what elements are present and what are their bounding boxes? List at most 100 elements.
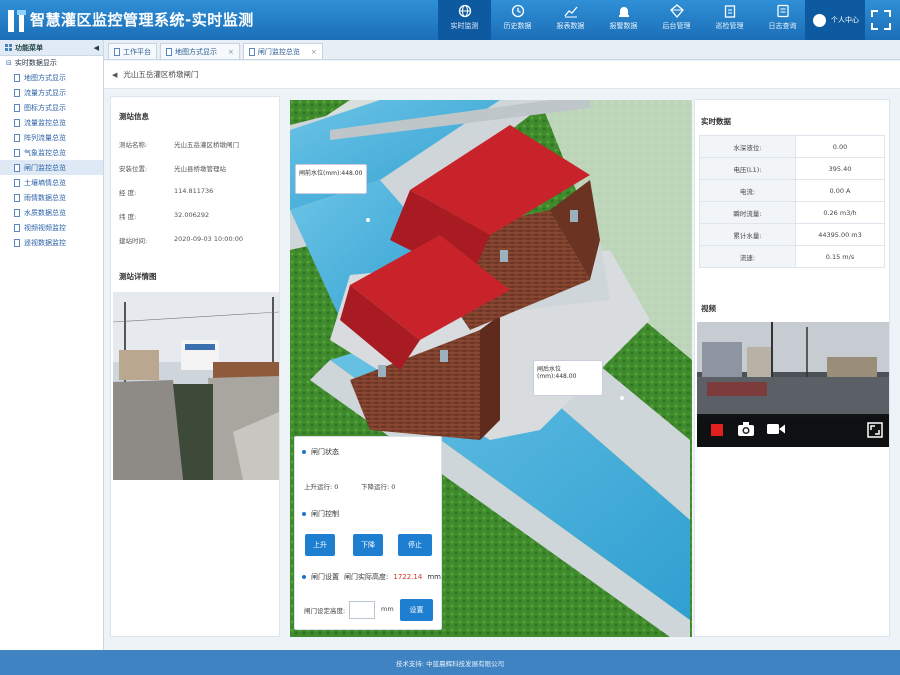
nav-label: 巡检管理 [715,22,744,30]
back-icon[interactable]: ◀ [112,71,117,79]
document-icon [14,208,20,217]
realtime-value: 44395.00 m3 [795,223,885,246]
user-center-button[interactable]: 个人中心 [805,0,865,40]
realtime-value: 0.00 A [795,179,885,202]
close-icon[interactable]: × [311,48,317,56]
realtime-value: 0.26 m3/h [795,201,885,224]
nav-realtime[interactable]: 实时监测 [438,0,491,40]
set-height-button[interactable]: 设置 [400,599,433,621]
video-camera-icon[interactable] [767,423,785,435]
station-field: 测站名称: 光山五岳灌区桥墩闸门 [119,139,239,149]
nav-label: 报表数据 [556,22,585,30]
clipboard-icon [724,5,735,18]
nav-label: 实时监测 [450,22,479,30]
sidebar-item[interactable]: 土壤墒情总览 [0,175,103,190]
video-controls [697,414,889,447]
sidebar-item[interactable]: 遥视数据监控 [0,235,103,250]
document-icon [14,148,20,157]
sidebar-item[interactable]: 阵列流量总览 [0,130,103,145]
nav-report[interactable]: 报表数据 [544,0,597,40]
realtime-panel: 实时数据 水深液位: 0.00 电压(L1): 395.40 电流: 0.00 A 瞬时流量… [694,99,890,637]
gate-status-title: 闸门状态 [311,448,339,456]
set-height-unit: mm [381,605,394,613]
gate-down-button[interactable]: 下降 [353,534,383,556]
upstream-level-text: 闸前水位(mm):448.00 [299,170,363,177]
document-icon [14,163,20,172]
sidebar-item[interactable]: 图标方式显示 [0,100,103,115]
sidebar-item[interactable]: 视频视频监控 [0,220,103,235]
sidebar-item-label: 遥视数据监控 [24,238,66,247]
fullscreen-icon[interactable] [868,7,894,33]
tab-map-view[interactable]: 地图方式显示 × [160,43,240,59]
station-info-panel: 测站信息 测站名称: 光山五岳灌区桥墩闸门 安装位置: 光山县桥墩管理站 经 度: 1… [110,96,280,637]
downstream-level-label: 闸后水位(mm):448.00 [533,360,603,396]
close-icon[interactable]: × [228,48,234,56]
top-header: 智慧灌区监控管理系统-实时监测 实时监测 历史数据 报表数据 报警数据 后台管理 [0,0,900,40]
field-key: 安装位置: [119,165,148,173]
field-value: 32.006292 [174,211,210,219]
nav-label: 日志查询 [768,22,797,30]
bullet-icon [302,450,306,454]
document-icon [14,118,20,127]
sidebar-item[interactable]: 气象监控总览 [0,145,103,160]
sidebar-item[interactable]: 流量方式显示 [0,85,103,100]
diamond-icon [669,4,684,18]
sidebar: 功能菜单 ◀ ⊟ 实时数据显示 地图方式显示流量方式显示图标方式显示 流量监控总览… [0,40,104,650]
nav-history[interactable]: 历史数据 [491,0,544,40]
gate-control-title: 闸门控制 [311,510,339,518]
breadcrumb: ◀ 光山五岳灌区桥墩闸门 [104,61,900,89]
sidebar-item[interactable]: 地图方式显示 [0,70,103,85]
tab-label: 工作平台 [123,47,151,56]
realtime-key: 电流: [699,179,796,202]
upstream-level-label: 闸前水位(mm):448.00 [295,164,367,194]
app-title: 智慧灌区监控管理系统-实时监测 [30,11,254,29]
nav-log[interactable]: 日志查询 [756,0,809,40]
realtime-key: 电压(L1): [699,157,796,180]
avatar-icon [813,13,826,27]
collapse-icon[interactable]: ◀ [94,44,99,52]
sidebar-item-label: 流量方式显示 [24,88,66,97]
gate-control-header: 闸门控制 [302,509,339,519]
gate-height-label: 闸门实际高度: [344,573,389,581]
page-icon [166,47,172,56]
sidebar-group[interactable]: ⊟ 实时数据显示 [0,56,103,70]
document-icon [14,193,20,202]
record-stop-button[interactable] [711,424,723,436]
tab-label: 地图方式显示 [175,47,217,56]
sidebar-item-label: 雨情数据总览 [24,193,66,202]
nav-alarm[interactable]: 报警数据 [597,0,650,40]
fullscreen-icon[interactable] [867,422,883,438]
document-icon [14,178,20,187]
nav-admin[interactable]: 后台管理 [650,0,703,40]
realtime-row: 水深液位: 0.00 [699,135,885,158]
sidebar-item[interactable]: 闸门监控总览 [0,160,103,175]
nav-inspection[interactable]: 巡检管理 [703,0,756,40]
realtime-table: 水深液位: 0.00 电压(L1): 395.40 电流: 0.00 A 瞬时流量: 0.26… [699,135,885,268]
chart-icon [563,6,577,18]
sidebar-item[interactable]: 水质数据总览 [0,205,103,220]
nav-label: 历史数据 [503,22,532,30]
tab-workbench[interactable]: 工作平台 [108,43,157,59]
document-icon [14,238,20,247]
station-field: 建站时间: 2020-09-03 10:00:00 [119,235,243,245]
user-label: 个人中心 [831,16,859,24]
gate-stop-button[interactable]: 停止 [398,534,432,556]
gate-up-button[interactable]: 上升 [305,534,335,556]
globe-icon [458,4,471,18]
camera-icon[interactable] [737,421,755,437]
sidebar-item[interactable]: 雨情数据总览 [0,190,103,205]
sidebar-item[interactable]: 流量监控总览 [0,115,103,130]
realtime-row: 瞬时流量: 0.26 m3/h [699,201,885,224]
tab-gate-overview[interactable]: 闸门监控总览 × [242,43,323,59]
station-photo [113,292,279,480]
downstream-level-text: 闸后水位(mm):448.00 [537,366,577,380]
nav-label: 报警数据 [609,22,638,30]
set-height-input[interactable] [349,601,375,619]
realtime-value: 395.40 [795,157,885,180]
tab-label: 闸门监控总览 [257,47,300,56]
sidebar-title: 功能菜单 [15,43,43,52]
field-key: 纬 度: [119,213,137,221]
video-player[interactable] [697,322,889,447]
nav-label: 后台管理 [662,22,691,30]
gate-setting-title: 闸门设置 [311,573,339,581]
